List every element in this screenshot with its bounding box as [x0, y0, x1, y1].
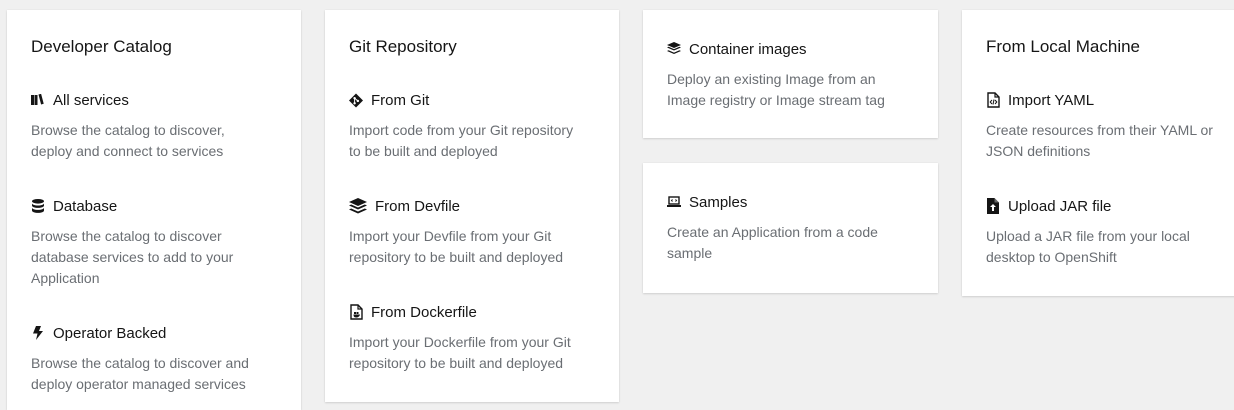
from-devfile-description: Import your Devfile from your Git reposi… — [349, 228, 564, 265]
upload-jar-item[interactable]: Upload JAR file Upload a JAR file from y… — [986, 196, 1234, 268]
docker-file-icon — [349, 304, 363, 320]
database-description: Browse the catalog to discover database … — [31, 228, 234, 286]
samples-item[interactable]: Samples Create an Application from a cod… — [667, 192, 917, 264]
database-item[interactable]: Database Browse the catalog to discover … — [31, 196, 281, 289]
from-git-link[interactable]: From Git — [371, 92, 429, 109]
git-repository-card: Git Repository From Git Import code from… — [325, 10, 619, 402]
from-dockerfile-item[interactable]: From Dockerfile Import your Dockerfile f… — [349, 302, 599, 374]
file-code-icon — [986, 92, 1000, 108]
git-repository-title: Git Repository — [349, 37, 457, 56]
from-local-machine-card: From Local Machine Import YAML Create re… — [962, 10, 1234, 296]
from-dockerfile-link[interactable]: From Dockerfile — [371, 304, 477, 321]
upload-jar-link[interactable]: Upload JAR file — [1008, 198, 1111, 215]
operator-backed-link[interactable]: Operator Backed — [53, 325, 166, 342]
container-images-link[interactable]: Container images — [689, 41, 807, 58]
from-git-description: Import code from your Git repository to … — [349, 122, 574, 159]
all-services-item[interactable]: All services Browse the catalog to disco… — [31, 90, 281, 162]
from-git-item[interactable]: From Git Import code from your Git repos… — [349, 90, 599, 162]
all-services-link[interactable]: All services — [53, 92, 129, 109]
database-icon — [31, 198, 45, 214]
layers-icon — [349, 198, 367, 214]
samples-link[interactable]: Samples — [689, 194, 747, 211]
book-icon — [31, 92, 45, 108]
import-yaml-item[interactable]: Import YAML Create resources from their … — [986, 90, 1234, 162]
operator-backed-item[interactable]: Operator Backed Browse the catalog to di… — [31, 323, 281, 395]
developer-catalog-card: Developer Catalog All services Browse th… — [7, 10, 301, 410]
container-images-card[interactable]: Container images Deploy an existing Imag… — [643, 10, 938, 138]
laptop-code-icon — [667, 194, 681, 210]
cube-stack-icon — [667, 41, 681, 57]
operator-backed-description: Browse the catalog to discover and deplo… — [31, 355, 249, 392]
import-yaml-description: Create resources from their YAML or JSON… — [986, 122, 1213, 159]
from-local-machine-title: From Local Machine — [986, 37, 1141, 56]
file-upload-icon — [986, 198, 1000, 214]
from-devfile-link[interactable]: From Devfile — [375, 198, 460, 215]
bolt-icon — [31, 325, 45, 341]
from-dockerfile-description: Import your Dockerfile from your Git rep… — [349, 334, 571, 371]
import-yaml-link[interactable]: Import YAML — [1008, 92, 1094, 109]
samples-card[interactable]: Samples Create an Application from a cod… — [643, 163, 938, 293]
samples-description: Create an Application from a code sample — [667, 224, 878, 261]
git-icon — [349, 92, 363, 108]
all-services-description: Browse the catalog to discover, deploy a… — [31, 122, 225, 159]
database-link[interactable]: Database — [53, 198, 117, 215]
developer-catalog-title: Developer Catalog — [31, 37, 172, 56]
container-images-description: Deploy an existing Image from an Image r… — [667, 71, 885, 108]
container-images-item[interactable]: Container images Deploy an existing Imag… — [667, 39, 917, 111]
from-devfile-item[interactable]: From Devfile Import your Devfile from yo… — [349, 196, 599, 268]
upload-jar-description: Upload a JAR file from your local deskto… — [986, 228, 1190, 265]
